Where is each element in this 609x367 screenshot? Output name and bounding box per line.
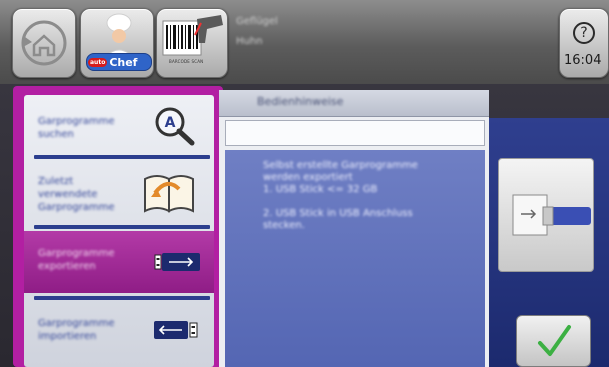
instructions-body: Selbst erstellte Garprogramme werden exp… bbox=[225, 150, 485, 367]
barcode-caption: BARCODE SCAN bbox=[169, 59, 204, 64]
instructions-panel: Bedienhinweise Selbst erstellte Garprogr… bbox=[219, 90, 489, 367]
menu-item-import[interactable]: Garprogramme importieren bbox=[24, 301, 214, 367]
instructions-title: Bedienhinweise bbox=[257, 95, 344, 108]
autochef-logo: auto Chef bbox=[86, 53, 152, 71]
confirm-button[interactable] bbox=[516, 315, 591, 367]
usb-stick-image bbox=[498, 158, 594, 272]
usb-import-icon bbox=[154, 321, 198, 339]
checkmark-icon bbox=[537, 325, 571, 356]
svg-text:A: A bbox=[165, 115, 176, 131]
open-book-icon bbox=[144, 175, 194, 213]
menu-divider bbox=[34, 225, 210, 229]
instructions-text: Selbst erstellte Garprogramme werden exp… bbox=[263, 160, 418, 231]
menu-item-label: Zuletzt verwendete Garprogramme bbox=[38, 176, 115, 213]
autochef-logo-text: Chef bbox=[109, 55, 138, 69]
help-icon: ? bbox=[573, 22, 595, 44]
menu-item-label: Garprogramme suchen bbox=[38, 116, 115, 140]
menu-item-label: Garprogramme exportieren bbox=[38, 248, 115, 272]
name-field[interactable] bbox=[225, 120, 485, 146]
menu-item-label: Garprogramme importieren bbox=[38, 318, 115, 342]
home-icon bbox=[21, 20, 67, 66]
screen: auto Chef BARCODE SCAN Geflügel Huhn ? 1… bbox=[0, 0, 609, 367]
instructions-header: Bedienhinweise bbox=[219, 90, 489, 117]
autochef-button[interactable]: auto Chef bbox=[80, 8, 154, 78]
menu-list: Garprogramme suchen A Zuletzt verwendete… bbox=[24, 95, 214, 367]
barcode-scan-button[interactable]: BARCODE SCAN bbox=[156, 8, 228, 78]
autochef-logo-prefix: auto bbox=[88, 57, 108, 67]
menu-item-recent[interactable]: Zuletzt verwendete Garprogramme bbox=[24, 159, 214, 229]
help-button[interactable]: ? 16:04 bbox=[559, 8, 609, 78]
menu-item-search[interactable]: Garprogramme suchen A bbox=[24, 95, 214, 159]
menu-item-export[interactable]: Garprogramme exportieren bbox=[24, 231, 214, 293]
help-symbol: ? bbox=[580, 25, 588, 41]
info-product: Huhn bbox=[236, 36, 263, 47]
top-bar: auto Chef BARCODE SCAN Geflügel Huhn ? 1… bbox=[0, 0, 609, 84]
info-category: Geflügel bbox=[236, 16, 278, 27]
home-button[interactable] bbox=[12, 8, 76, 78]
clock: 16:04 bbox=[564, 53, 602, 68]
menu-panel: Garprogramme suchen A Zuletzt verwendete… bbox=[13, 86, 223, 367]
search-icon: A bbox=[155, 107, 195, 146]
menu-divider bbox=[34, 296, 210, 300]
right-panel bbox=[489, 118, 609, 367]
usb-export-icon bbox=[154, 253, 200, 271]
usb-stick-icon bbox=[512, 194, 591, 236]
program-info: Geflügel Huhn bbox=[236, 12, 552, 72]
